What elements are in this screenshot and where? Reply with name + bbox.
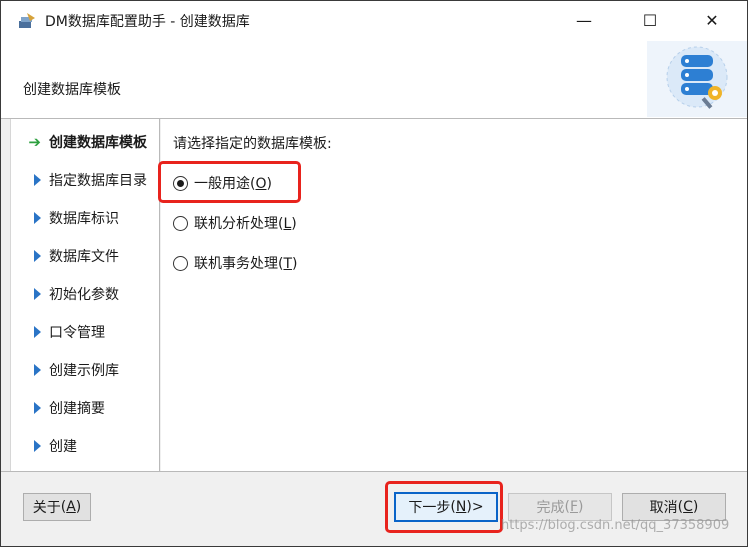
title-bar[interactable]: DM数据库配置助手 - 创建数据库 — ☐ ✕ xyxy=(1,1,747,39)
step-triangle-icon xyxy=(34,402,41,414)
minimize-button[interactable]: — xyxy=(561,1,607,39)
minimize-icon: — xyxy=(576,10,592,30)
sidebar-item-label: 创建摘要 xyxy=(49,401,105,417)
sidebar-item-create-template[interactable]: ➔ 创建数据库模板 xyxy=(11,129,159,155)
radio-label: 联机分析处理(L) xyxy=(194,216,297,232)
close-icon: ✕ xyxy=(705,10,719,30)
template-prompt: 请选择指定的数据库模板: xyxy=(173,136,332,152)
sidebar-item-init-params[interactable]: 初始化参数 xyxy=(11,281,159,307)
sidebar-item-label: 创建数据库模板 xyxy=(49,135,147,151)
sidebar-item-label: 初始化参数 xyxy=(49,287,119,303)
highlight-box xyxy=(385,481,503,533)
wizard-header: 创建数据库模板 xyxy=(1,39,747,119)
watermark-text: https://blog.csdn.net/qq_37358909 xyxy=(501,518,730,533)
sidebar-item-db-identity[interactable]: 数据库标识 xyxy=(11,205,159,231)
step-triangle-icon xyxy=(34,250,41,262)
finish-button[interactable]: 完成(F) xyxy=(508,493,612,521)
close-button[interactable]: ✕ xyxy=(689,1,735,39)
sidebar-item-label: 创建 xyxy=(49,439,77,455)
page-title: 创建数据库模板 xyxy=(23,82,121,98)
radio-olap[interactable]: 联机分析处理(L) xyxy=(173,213,297,233)
radio-unselected-icon[interactable] xyxy=(173,215,188,231)
maximize-icon: ☐ xyxy=(642,10,658,30)
wizard-steps-sidebar: ➔ 创建数据库模板 指定数据库目录 数据库标识 数据库文件 初始化参数 口令管理… xyxy=(10,119,160,471)
sidebar-item-db-directory[interactable]: 指定数据库目录 xyxy=(11,167,159,193)
sidebar-item-label: 数据库文件 xyxy=(49,249,119,265)
step-triangle-icon xyxy=(34,288,41,300)
highlight-box xyxy=(158,161,301,203)
cancel-button[interactable]: 取消(C) xyxy=(622,493,726,521)
about-button[interactable]: 关于(A) xyxy=(23,493,91,521)
template-selection-panel: 请选择指定的数据库模板: 一般用途(O) 联机分析处理(L) 联机事务处理(T) xyxy=(158,119,747,471)
sidebar-item-label: 数据库标识 xyxy=(49,211,119,227)
wizard-footer: 关于(A) 下一步(N) > 完成(F) 取消(C) xyxy=(1,471,747,546)
sidebar-item-label: 创建示例库 xyxy=(49,363,119,379)
step-triangle-icon xyxy=(34,174,41,186)
sidebar-item-create[interactable]: 创建 xyxy=(11,433,159,459)
maximize-button[interactable]: ☐ xyxy=(627,1,673,39)
step-triangle-icon xyxy=(34,364,41,376)
radio-unselected-icon[interactable] xyxy=(173,255,188,271)
sidebar-item-password[interactable]: 口令管理 xyxy=(11,319,159,345)
step-triangle-icon xyxy=(34,326,41,338)
radio-label: 联机事务处理(T) xyxy=(194,256,298,272)
database-gear-icon xyxy=(647,41,747,117)
window-title: DM数据库配置助手 - 创建数据库 xyxy=(45,14,250,30)
sidebar-item-label: 指定数据库目录 xyxy=(49,173,147,189)
radio-oltp[interactable]: 联机事务处理(T) xyxy=(173,253,298,273)
current-step-arrow-icon: ➔ xyxy=(28,132,41,151)
sidebar-item-label: 口令管理 xyxy=(49,325,105,341)
dm-config-assistant-window: DM数据库配置助手 - 创建数据库 — ☐ ✕ 创建数据库模板 ➔ 创建数据库模… xyxy=(0,0,748,547)
app-icon xyxy=(18,12,36,30)
sidebar-item-sample-db[interactable]: 创建示例库 xyxy=(11,357,159,383)
step-triangle-icon xyxy=(34,212,41,224)
step-triangle-icon xyxy=(34,440,41,452)
sidebar-item-db-files[interactable]: 数据库文件 xyxy=(11,243,159,269)
sidebar-item-summary[interactable]: 创建摘要 xyxy=(11,395,159,421)
